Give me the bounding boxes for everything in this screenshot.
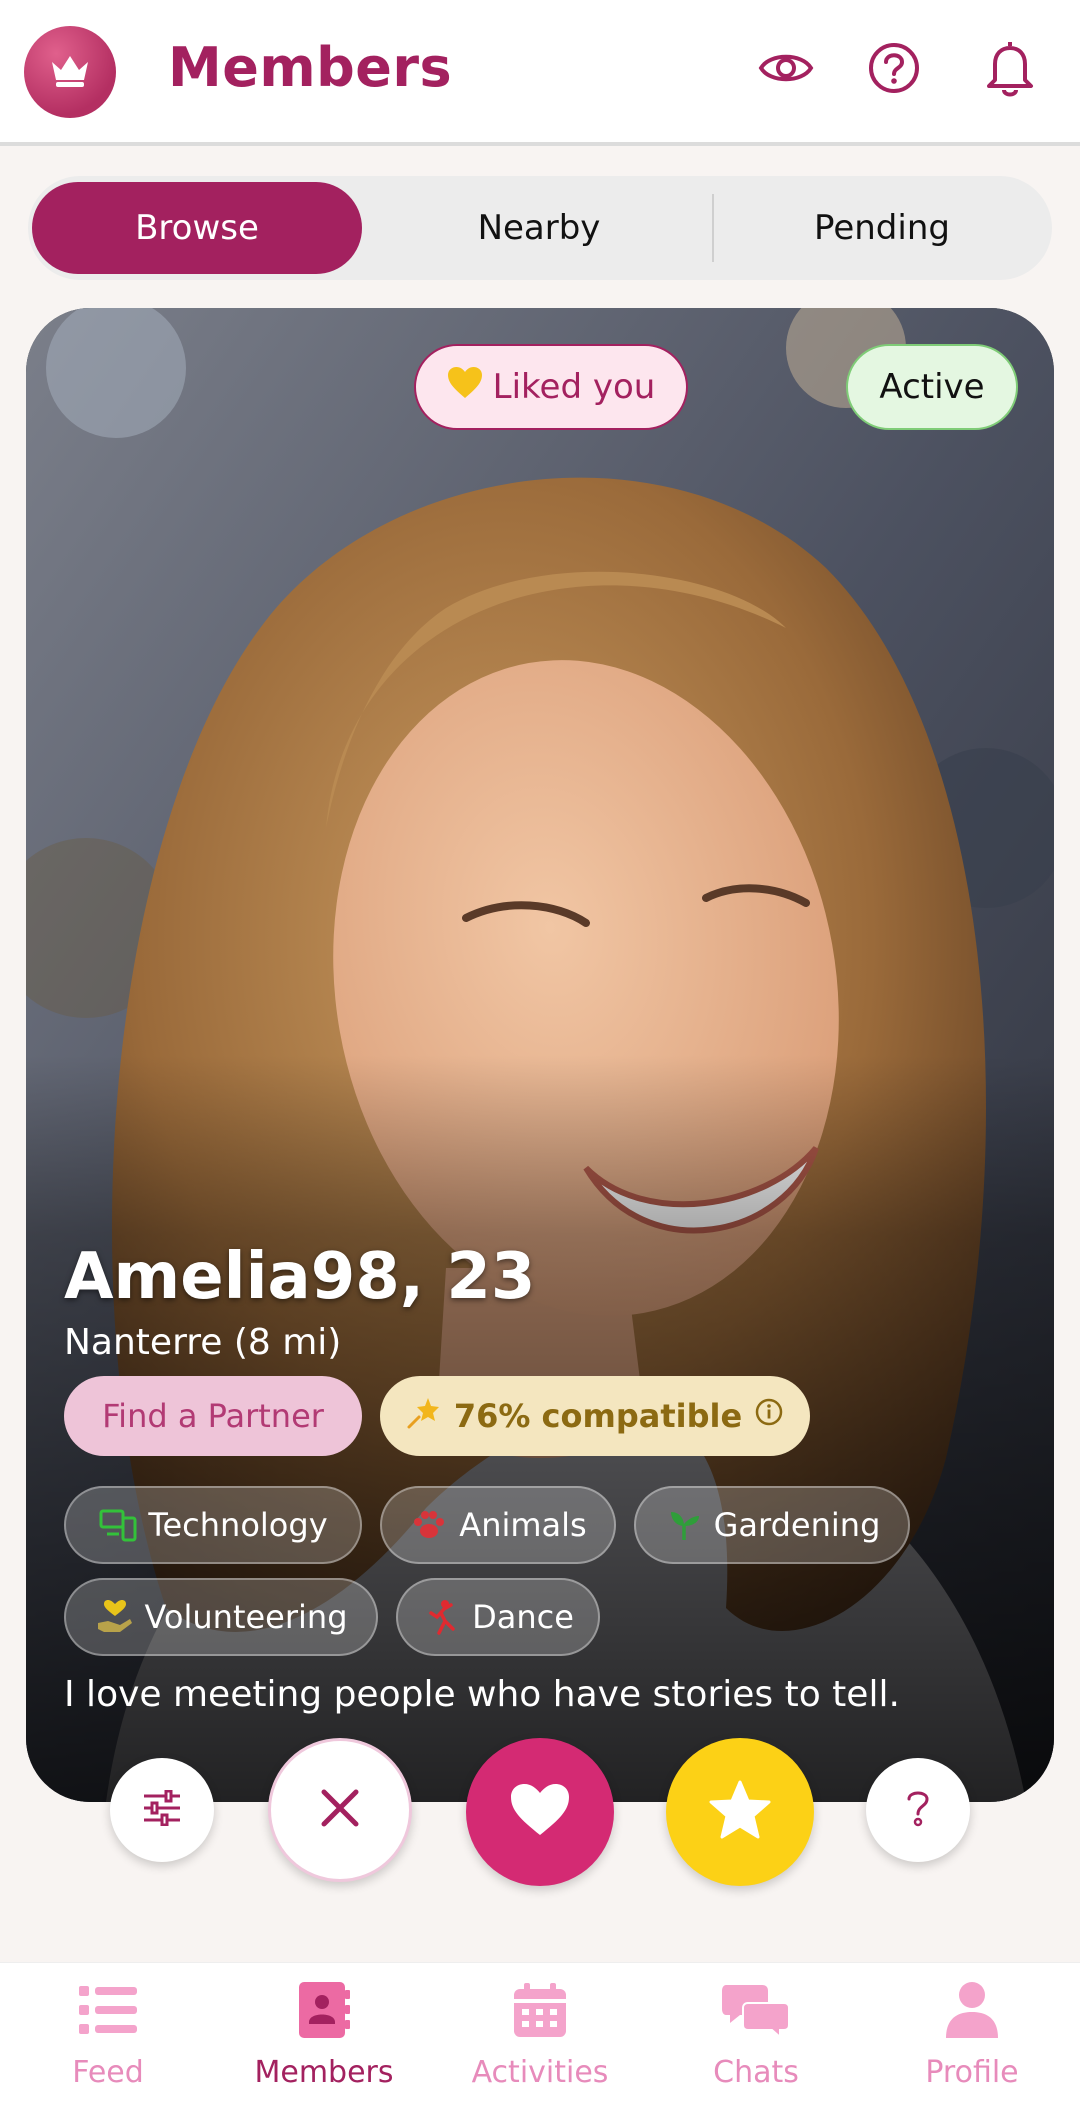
help-icon — [903, 1788, 933, 1832]
tab-pending[interactable]: Pending — [716, 182, 1048, 274]
yellow-heart-icon — [447, 366, 483, 409]
person-icon — [944, 1979, 1000, 2041]
devices-icon — [98, 1505, 138, 1545]
member-bio: I love meeting people who have stories t… — [64, 1674, 900, 1715]
filters-button[interactable] — [110, 1758, 214, 1862]
online-status-badge: Active — [846, 344, 1018, 430]
nav-item-feed[interactable]: Feed — [8, 1979, 208, 2105]
interest-label: Animals — [459, 1506, 587, 1544]
member-location: Nanterre (8 mi) — [64, 1322, 342, 1363]
tab-nearby[interactable]: Nearby — [368, 182, 710, 274]
nav-item-chats[interactable]: Chats — [656, 1979, 856, 2105]
interest-label: Volunteering — [144, 1598, 348, 1636]
nav-item-members[interactable]: Members — [224, 1979, 424, 2105]
member-name-age: Amelia98, 23 — [64, 1240, 536, 1314]
info-icon[interactable] — [754, 1397, 784, 1435]
crown-icon — [48, 52, 92, 92]
nav-item-activities[interactable]: Activities — [440, 1979, 640, 2105]
sprout-icon — [664, 1505, 704, 1545]
nav-label-profile: Profile — [925, 2055, 1019, 2090]
compatibility-chip[interactable]: 76% compatible — [380, 1376, 810, 1456]
compatibility-label: 76% compatible — [453, 1397, 743, 1435]
notifications-button[interactable] — [978, 38, 1042, 102]
help-icon — [867, 41, 921, 99]
star-icon — [707, 1779, 773, 1845]
relationship-goal-chip: Find a Partner — [64, 1376, 362, 1456]
nav-label-members: Members — [254, 2055, 394, 2090]
interest-chip-dance: Dance — [396, 1578, 600, 1656]
filters-icon — [142, 1789, 182, 1830]
top-app-bar: Members — [0, 0, 1080, 146]
like-button[interactable] — [466, 1738, 614, 1886]
nav-item-profile[interactable]: Profile — [872, 1979, 1072, 2105]
profile-card[interactable]: Liked you Active Amelia98, 23 Nanterre (… — [26, 308, 1054, 1802]
close-icon — [318, 1786, 362, 1834]
premium-badge[interactable] — [24, 26, 116, 118]
liked-you-label: Liked you — [492, 367, 656, 407]
bell-icon — [983, 38, 1037, 102]
super-like-button[interactable] — [666, 1738, 814, 1886]
interest-chip-technology: Technology — [64, 1486, 362, 1564]
list-icon — [77, 1979, 139, 2041]
dancer-icon — [422, 1597, 462, 1637]
visitors-button[interactable] — [754, 38, 818, 102]
chat-bubbles-icon — [722, 1979, 790, 2041]
icebreaker-button[interactable] — [866, 1758, 970, 1862]
bottom-navigation: Feed Members Activities Chats Profile — [0, 1962, 1080, 2108]
paw-icon — [409, 1505, 449, 1545]
liked-you-badge: Liked you — [414, 344, 688, 430]
interest-label: Technology — [148, 1506, 328, 1544]
interest-label: Dance — [472, 1598, 574, 1636]
nav-label-activities: Activities — [471, 2055, 609, 2090]
nav-label-feed: Feed — [72, 2055, 144, 2090]
member-tabs: Browse Nearby Pending — [28, 176, 1052, 280]
eye-icon — [758, 48, 814, 92]
contacts-book-icon — [297, 1979, 351, 2041]
interest-chip-gardening: Gardening — [634, 1486, 910, 1564]
interest-chip-animals: Animals — [380, 1486, 616, 1564]
help-button[interactable] — [862, 38, 926, 102]
interest-chip-volunteering: Volunteering — [64, 1578, 378, 1656]
heart-icon — [508, 1781, 572, 1843]
tab-browse[interactable]: Browse — [32, 182, 362, 274]
page-title: Members — [168, 36, 453, 99]
interest-label: Gardening — [713, 1506, 881, 1544]
calendar-icon — [512, 1979, 568, 2041]
nav-label-chats: Chats — [713, 2055, 799, 2090]
tab-divider — [712, 194, 714, 262]
shooting-star-icon — [406, 1394, 442, 1438]
helping-hand-icon — [95, 1597, 135, 1637]
pass-button[interactable] — [268, 1738, 412, 1882]
